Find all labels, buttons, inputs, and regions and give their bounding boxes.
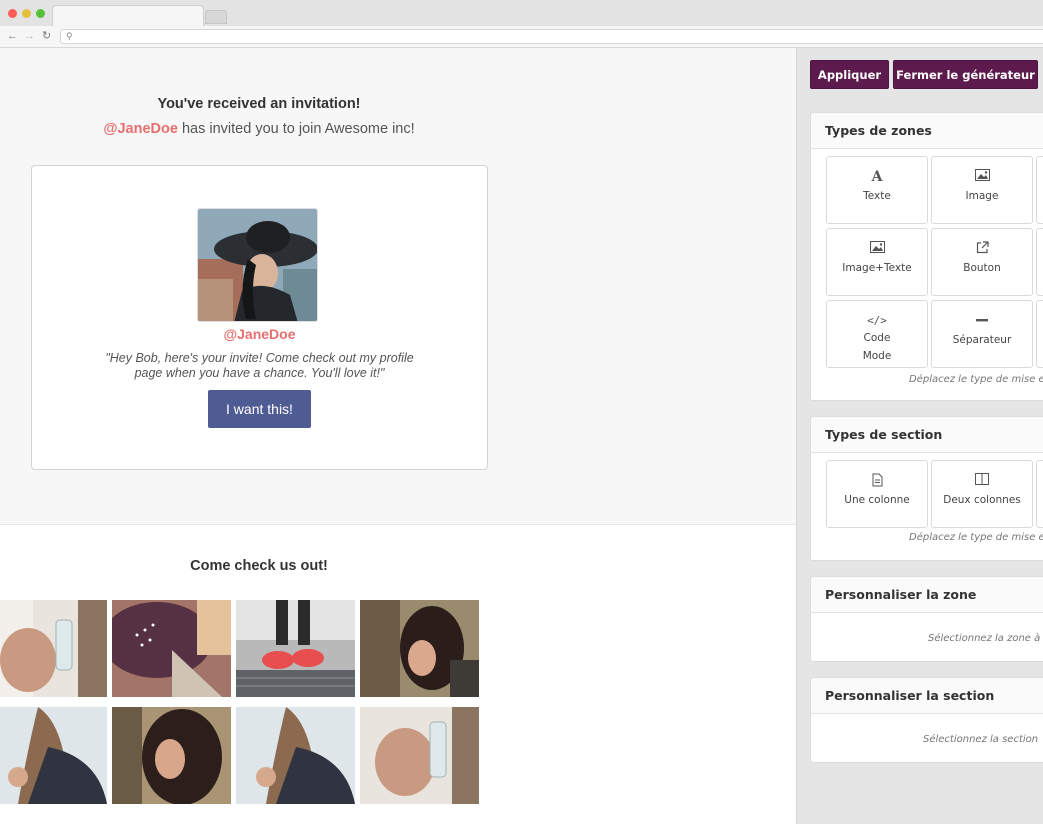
zone-tile-label: Image+Texte xyxy=(842,262,912,274)
photo-image xyxy=(112,600,231,697)
forward-arrow-icon[interactable]: → xyxy=(24,29,35,43)
zone-tile-partial[interactable] xyxy=(1036,228,1043,296)
gallery-image[interactable] xyxy=(112,707,231,804)
divider-icon xyxy=(932,313,1032,329)
reload-icon[interactable]: ↻ xyxy=(42,29,51,43)
image-text-icon xyxy=(827,241,927,257)
zone-tile-label: Texte xyxy=(863,190,891,202)
address-bar[interactable]: ⚲ xyxy=(60,29,1043,44)
gallery-image[interactable] xyxy=(360,600,479,697)
customize-section-title: Personnaliser la section xyxy=(811,678,1043,714)
invitation-section[interactable]: You've received an invitation! @JaneDoe … xyxy=(0,48,796,525)
browser-titlebar xyxy=(0,0,1043,26)
browser-tab-active[interactable] xyxy=(52,5,204,26)
section-tile-label: Deux colonnes xyxy=(943,494,1021,506)
photo-image xyxy=(0,707,107,804)
minimize-window-dot[interactable] xyxy=(22,9,31,18)
section-tile-label: Une colonne xyxy=(844,494,910,506)
browser-toolbar: ← → ↻ ⚲ xyxy=(0,26,1043,48)
zone-tile-partial[interactable] xyxy=(1036,156,1043,224)
apply-button[interactable]: Appliquer xyxy=(810,60,889,89)
customize-zone-hint: Sélectionnez la zone à xyxy=(928,633,1041,644)
photo-image xyxy=(112,707,231,804)
invitation-title: You've received an invitation! xyxy=(157,96,361,112)
external-link-icon xyxy=(932,241,1032,257)
zone-tile-divider[interactable]: Séparateur xyxy=(931,300,1033,368)
gallery-image[interactable] xyxy=(112,600,231,697)
i-want-this-button[interactable]: I want this! xyxy=(208,390,311,428)
text-icon: A xyxy=(871,169,883,185)
search-icon: ⚲ xyxy=(66,31,73,41)
zone-tile-text[interactable]: A Texte xyxy=(826,156,928,224)
photo-image xyxy=(360,707,479,804)
builder-sidebar: Appliquer Fermer le générateur Types de … xyxy=(796,48,1043,824)
document-icon xyxy=(827,473,927,489)
gallery-image[interactable] xyxy=(0,707,107,804)
card-quote: "Hey Bob, here's your invite! Come check… xyxy=(105,351,414,380)
gallery-image[interactable] xyxy=(236,600,355,697)
section-tile-two-columns[interactable]: Deux colonnes xyxy=(931,460,1033,528)
close-builder-button[interactable]: Fermer le générateur xyxy=(893,60,1038,89)
back-arrow-icon[interactable]: ← xyxy=(7,29,18,43)
customize-zone-panel: Personnaliser la zone Sélectionnez la zo… xyxy=(810,576,1043,662)
card-username: @JaneDoe xyxy=(223,326,296,342)
zone-tile-partial[interactable] xyxy=(1036,300,1043,368)
code-icon: </> xyxy=(867,314,887,327)
section-types-title: Types de section xyxy=(811,417,1043,453)
photo-image xyxy=(360,600,479,697)
gallery-image[interactable] xyxy=(360,707,479,804)
gallery-title: Come check us out! xyxy=(190,558,328,574)
section-types-hint: Déplacez le type de mise e xyxy=(909,532,1043,543)
zone-types-hint: Déplacez le type de mise e xyxy=(909,374,1043,385)
image-icon xyxy=(932,169,1032,185)
close-window-dot[interactable] xyxy=(8,9,17,18)
zone-tile-image-text[interactable]: Image+Texte xyxy=(826,228,928,296)
zone-tile-code[interactable]: </> Code Mode xyxy=(826,300,928,368)
section-tile-one-column[interactable]: Une colonne xyxy=(826,460,928,528)
invitation-subtitle: @JaneDoe has invited you to join Awesome… xyxy=(0,121,518,137)
email-preview: You've received an invitation! @JaneDoe … xyxy=(0,48,796,824)
customize-section-hint: Sélectionnez la section xyxy=(923,734,1039,745)
invitation-text: has invited you to join Awesome inc! xyxy=(177,121,415,137)
zone-tile-label: Code Mode xyxy=(862,332,892,362)
gallery-image[interactable] xyxy=(236,707,355,804)
avatar xyxy=(197,208,318,322)
gallery-image[interactable] xyxy=(0,600,107,697)
columns-icon xyxy=(932,473,1032,489)
invitation-mention: @JaneDoe xyxy=(103,121,178,137)
section-types-panel: Types de section Une colonne Deux colonn… xyxy=(810,416,1043,561)
zone-tile-label: Image xyxy=(965,190,999,202)
zone-tile-button[interactable]: Bouton xyxy=(931,228,1033,296)
invite-card: @JaneDoe "Hey Bob, here's your invite! C… xyxy=(31,165,488,470)
zone-tile-label: Séparateur xyxy=(952,334,1012,346)
new-tab-button[interactable] xyxy=(205,10,227,24)
avatar-photo xyxy=(198,209,317,321)
section-tile-partial[interactable] xyxy=(1036,460,1043,528)
photo-image xyxy=(0,600,107,697)
zone-types-title: Types de zones xyxy=(811,113,1043,149)
zone-tile-label: Bouton xyxy=(963,262,1001,274)
maximize-window-dot[interactable] xyxy=(36,9,45,18)
customize-section-panel: Personnaliser la section Sélectionnez la… xyxy=(810,677,1043,763)
photo-image xyxy=(236,600,355,697)
zone-types-panel: Types de zones A Texte Image Image+Texte… xyxy=(810,112,1043,401)
zone-tile-image[interactable]: Image xyxy=(931,156,1033,224)
customize-zone-title: Personnaliser la zone xyxy=(811,577,1043,613)
photo-image xyxy=(236,707,355,804)
